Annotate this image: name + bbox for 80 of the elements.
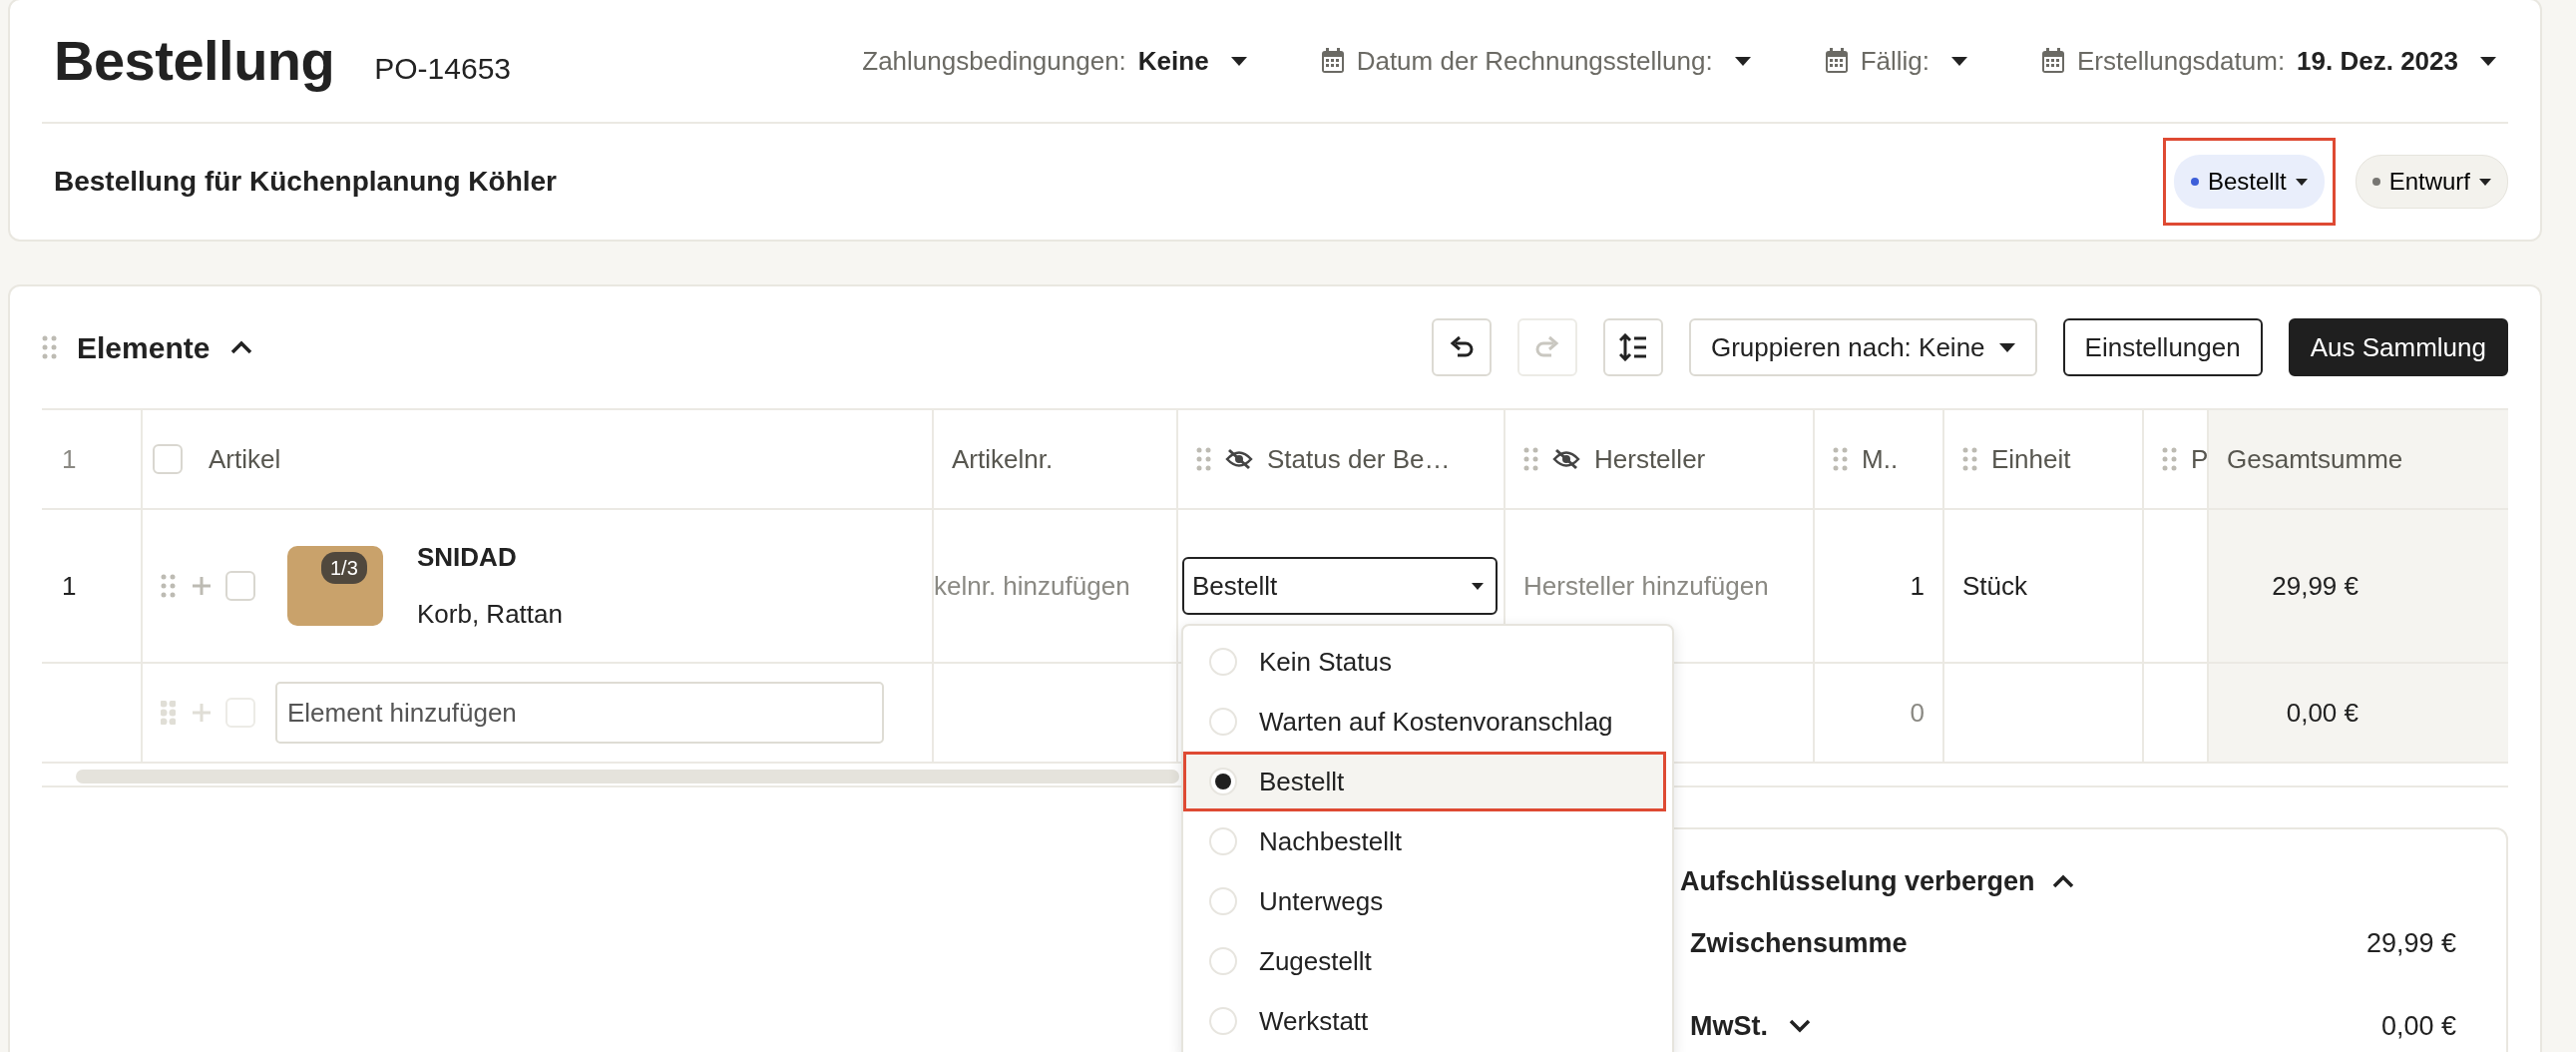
- drag-handle-icon: [1962, 447, 1977, 471]
- caret-icon: [1951, 56, 1967, 66]
- quantity-value: 1: [1910, 570, 1925, 601]
- row-number: 1: [62, 443, 77, 474]
- summary-value: 0,00 €: [2380, 1009, 2456, 1043]
- caret-icon: [1230, 56, 1247, 66]
- status-pill[interactable]: Bestellt: [2173, 155, 2325, 209]
- caret-icon: [2295, 178, 2308, 186]
- drag-handle-icon: [161, 574, 176, 598]
- column-header[interactable]: Status der Be…: [1267, 439, 1451, 479]
- column-header[interactable]: Einheit: [1991, 439, 2071, 479]
- status-option[interactable]: Unterwegs: [1183, 871, 1672, 931]
- caret-icon: [1734, 56, 1751, 66]
- header-field-dropdown[interactable]: Erstellungsdatum: 19. Dez. 2023: [2041, 41, 2496, 81]
- drag-handle-icon: [1196, 447, 1211, 471]
- eye-slash-icon: [1225, 448, 1253, 470]
- column-header[interactable]: Hersteller: [1594, 439, 1706, 479]
- select-all-checkbox[interactable]: [153, 444, 183, 474]
- chevron-down-icon: [1788, 1018, 1812, 1034]
- drag-handle-icon: [1523, 447, 1538, 471]
- eye-slash-icon: [1552, 448, 1580, 470]
- summary-label[interactable]: MwSt.: [1690, 1005, 1768, 1047]
- status-option[interactable]: Kein Status: [1183, 632, 1672, 692]
- total-value: 0,00 €: [2286, 697, 2359, 728]
- column-header[interactable]: Artikelnr.: [952, 439, 1054, 479]
- item-name: SNIDAD: [417, 541, 518, 574]
- status-option[interactable]: Warten auf Kostenvoranschlag: [1183, 692, 1672, 752]
- caret-icon: [2479, 178, 2491, 186]
- radio-button[interactable]: [1209, 708, 1237, 736]
- column-header[interactable]: M..: [1862, 439, 1899, 479]
- status-option[interactable]: Werkstatt: [1183, 991, 1672, 1051]
- status-pill[interactable]: Entwurf: [2355, 155, 2508, 209]
- add-item-field[interactable]: Element hinzufügen: [275, 682, 884, 744]
- header-field-dropdown[interactable]: Fällig:: [1824, 41, 1967, 81]
- drag-handle-icon: [2162, 447, 2177, 471]
- radio-button[interactable]: [1209, 1007, 1237, 1035]
- unit-value: Stück: [1962, 570, 2028, 601]
- status-option[interactable]: Nachbestellt: [1183, 811, 1672, 871]
- caret-icon: [1998, 342, 2015, 352]
- summary-value: 29,99 €: [2365, 926, 2456, 960]
- radio-button[interactable]: [1209, 887, 1237, 915]
- status-select[interactable]: Bestellt: [1182, 557, 1498, 615]
- order-subtitle: Bestellung für Küchenplanung Köhler: [54, 165, 557, 199]
- quantity-value: 0: [1910, 697, 1925, 728]
- toolbar-button[interactable]: Einstellungen: [2062, 318, 2263, 376]
- group-by-dropdown[interactable]: Gruppieren nach: Keine: [1688, 318, 2037, 376]
- row-checkbox[interactable]: [225, 571, 255, 601]
- header-field-dropdown[interactable]: Datum der Rechnungsstellung:: [1320, 41, 1751, 81]
- line-spacing-icon: [1618, 333, 1647, 361]
- radio-button[interactable]: [1209, 827, 1237, 855]
- column-header[interactable]: Artikel: [209, 439, 281, 479]
- plus-icon: [192, 576, 212, 596]
- horizontal-scrollbar[interactable]: [76, 770, 1179, 784]
- toolbar-button[interactable]: Aus Sammlung: [2288, 318, 2508, 376]
- plus-icon: [192, 703, 212, 723]
- drag-handle-icon: [42, 335, 57, 359]
- radio-button[interactable]: [1209, 768, 1237, 795]
- section-title: Elemente: [77, 329, 211, 366]
- radio-button[interactable]: [1209, 947, 1237, 975]
- undo-button[interactable]: [1431, 318, 1492, 376]
- header-field-dropdown[interactable]: Zahlungsbedingungen: Keine: [862, 41, 1247, 81]
- summary-label: Zwischensumme: [1690, 926, 1908, 960]
- text-input[interactable]: Hersteller hinzufügen: [1523, 560, 1795, 612]
- status-option[interactable]: Zugestellt: [1183, 931, 1672, 991]
- caret-icon: [2480, 56, 2496, 66]
- status-option[interactable]: Bestellt: [1183, 752, 1666, 811]
- order-number: PO-14653: [374, 50, 512, 87]
- row-checkbox[interactable]: [225, 698, 255, 728]
- row-number: 1: [62, 570, 77, 601]
- text-input[interactable]: kelnr. hinzufügen: [934, 560, 1175, 612]
- image-counter: 1/3: [321, 552, 367, 584]
- breakdown-toggle[interactable]: Aufschlüsselung verbergen: [1680, 861, 2456, 902]
- caret-icon: [1472, 582, 1484, 590]
- drag-handle-icon: [1833, 447, 1848, 471]
- line-spacing-button[interactable]: [1602, 318, 1663, 376]
- radio-button[interactable]: [1209, 648, 1237, 676]
- drag-handle-icon: [161, 701, 176, 725]
- page-title: Bestellung: [54, 28, 335, 94]
- total-value: 29,99 €: [2272, 570, 2359, 601]
- item-description: Korb, Rattan: [417, 598, 563, 631]
